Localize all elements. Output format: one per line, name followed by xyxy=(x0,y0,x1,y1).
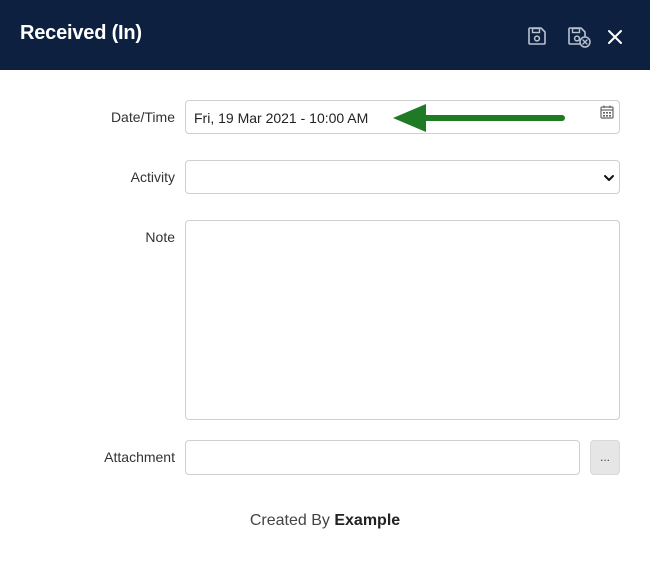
close-icon xyxy=(608,30,622,44)
note-label: Note xyxy=(145,229,175,245)
save-and-close-icon xyxy=(568,27,591,48)
note-textarea[interactable] xyxy=(185,220,620,420)
datetime-value: Fri, 19 Mar 2021 - 10:00 AM xyxy=(194,110,369,126)
datetime-label: Date/Time xyxy=(110,109,175,125)
save-button[interactable] xyxy=(526,25,550,49)
attachment-browse-button[interactable]: ... xyxy=(590,440,620,475)
save-icon xyxy=(528,27,546,45)
dialog-title: Received (In) xyxy=(20,22,142,44)
attachment-input[interactable] xyxy=(185,440,580,475)
activity-select[interactable] xyxy=(185,160,620,194)
received-in-dialog: Received (In) Date/Time Fri, 19 Mar 2021… xyxy=(0,0,650,561)
arrow-left-icon xyxy=(393,104,565,132)
created-by-prefix: Created By xyxy=(249,512,330,529)
chevron-down-icon xyxy=(604,175,614,181)
save-and-close-button[interactable] xyxy=(566,25,591,49)
activity-label: Activity xyxy=(130,169,175,185)
calendar-icon[interactable] xyxy=(600,105,614,119)
dialog-header: Received (In) xyxy=(0,0,650,70)
attachment-label: Attachment xyxy=(104,449,175,465)
created-by-name: Example xyxy=(334,512,401,529)
close-button[interactable] xyxy=(603,25,627,49)
created-by-footer: Created By Example xyxy=(0,512,650,530)
